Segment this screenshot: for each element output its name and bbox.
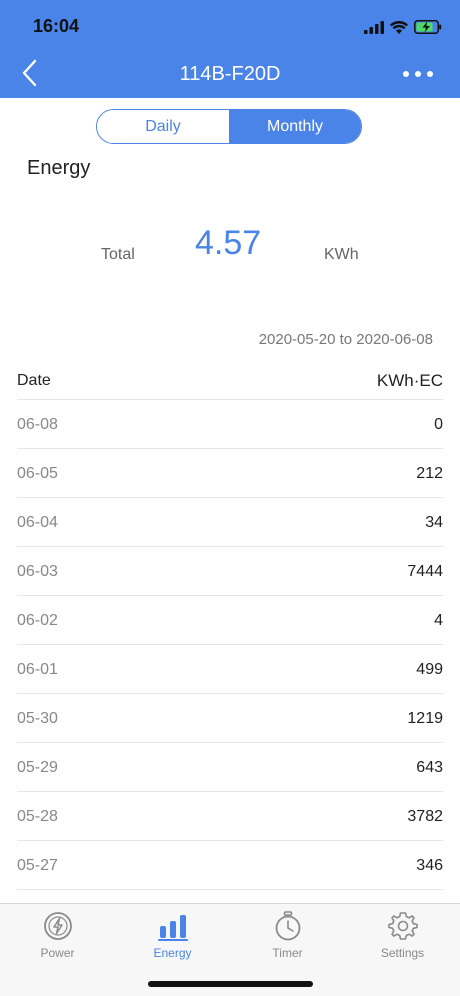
total-label: Total (101, 246, 135, 263)
energy-table-rows: 06-08 0 06-05 212 06-04 34 06-03 7444 06… (17, 400, 443, 890)
status-time: 16:04 (33, 16, 80, 36)
row-date: 06-08 (17, 416, 58, 433)
status-icons (364, 18, 442, 36)
column-header-date: Date (17, 372, 51, 389)
table-row: 06-08 0 (17, 400, 443, 449)
row-value: 212 (416, 465, 443, 482)
row-date: 05-29 (17, 759, 58, 776)
tab-timer[interactable]: Timer (230, 910, 345, 970)
row-value: 4 (434, 612, 443, 629)
column-header-unit: KWh·EC (376, 371, 443, 390)
power-icon (43, 912, 72, 940)
row-date: 06-01 (17, 661, 58, 678)
timer-icon (275, 911, 300, 941)
total-unit: KWh (324, 246, 359, 263)
table-row: 06-01 499 (17, 645, 443, 694)
table-row: 06-05 212 (17, 449, 443, 498)
table-row: 06-04 34 (17, 498, 443, 547)
tab-energy-label: Energy (153, 946, 192, 960)
row-value: 1219 (407, 710, 443, 727)
row-value: 643 (416, 759, 443, 776)
tab-power[interactable]: Power (0, 910, 115, 970)
row-date: 06-03 (17, 563, 58, 580)
tab-energy[interactable]: Energy (115, 910, 230, 970)
date-range[interactable]: 2020-05-20 to 2020-06-08 (259, 331, 433, 348)
table-row: 05-27 346 (17, 841, 443, 890)
period-segmented-control: Daily Monthly (96, 109, 362, 144)
tab-timer-label: Timer (272, 946, 303, 960)
row-value: 3782 (407, 808, 443, 825)
row-date: 05-28 (17, 808, 58, 825)
table-row: 06-02 4 (17, 596, 443, 645)
battery-charging-icon (414, 20, 442, 34)
more-horizontal-icon (403, 71, 433, 77)
signal-icon (364, 20, 384, 34)
table-header: Date KWh·EC (17, 360, 443, 400)
tab-monthly[interactable]: Monthly (229, 110, 361, 143)
more-options-button[interactable] (400, 62, 436, 86)
total-value: 4.57 (195, 224, 262, 262)
energy-chart-icon (157, 915, 188, 941)
section-title: Energy (27, 157, 91, 179)
tab-settings-label: Settings (380, 946, 425, 960)
home-indicator (148, 981, 313, 987)
tab-settings[interactable]: Settings (345, 910, 460, 970)
row-date: 06-04 (17, 514, 58, 531)
table-row: 06-03 7444 (17, 547, 443, 596)
row-value: 34 (425, 514, 443, 531)
row-value: 7444 (407, 563, 443, 580)
row-date: 05-27 (17, 857, 58, 874)
row-date: 05-30 (17, 710, 58, 727)
tab-daily[interactable]: Daily (97, 110, 229, 143)
row-value: 0 (434, 416, 443, 433)
table-row: 05-30 1219 (17, 694, 443, 743)
row-value: 346 (416, 857, 443, 874)
row-date: 06-02 (17, 612, 58, 629)
tab-power-label: Power (40, 946, 75, 960)
app-header: 16:04 114B-F20D (0, 0, 460, 98)
gear-icon (387, 912, 418, 940)
row-date: 06-05 (17, 465, 58, 482)
wifi-icon (390, 20, 408, 34)
table-row: 05-29 643 (17, 743, 443, 792)
table-row: 05-28 3782 (17, 792, 443, 841)
row-value: 499 (416, 661, 443, 678)
page-title: 114B-F20D (179, 63, 281, 85)
